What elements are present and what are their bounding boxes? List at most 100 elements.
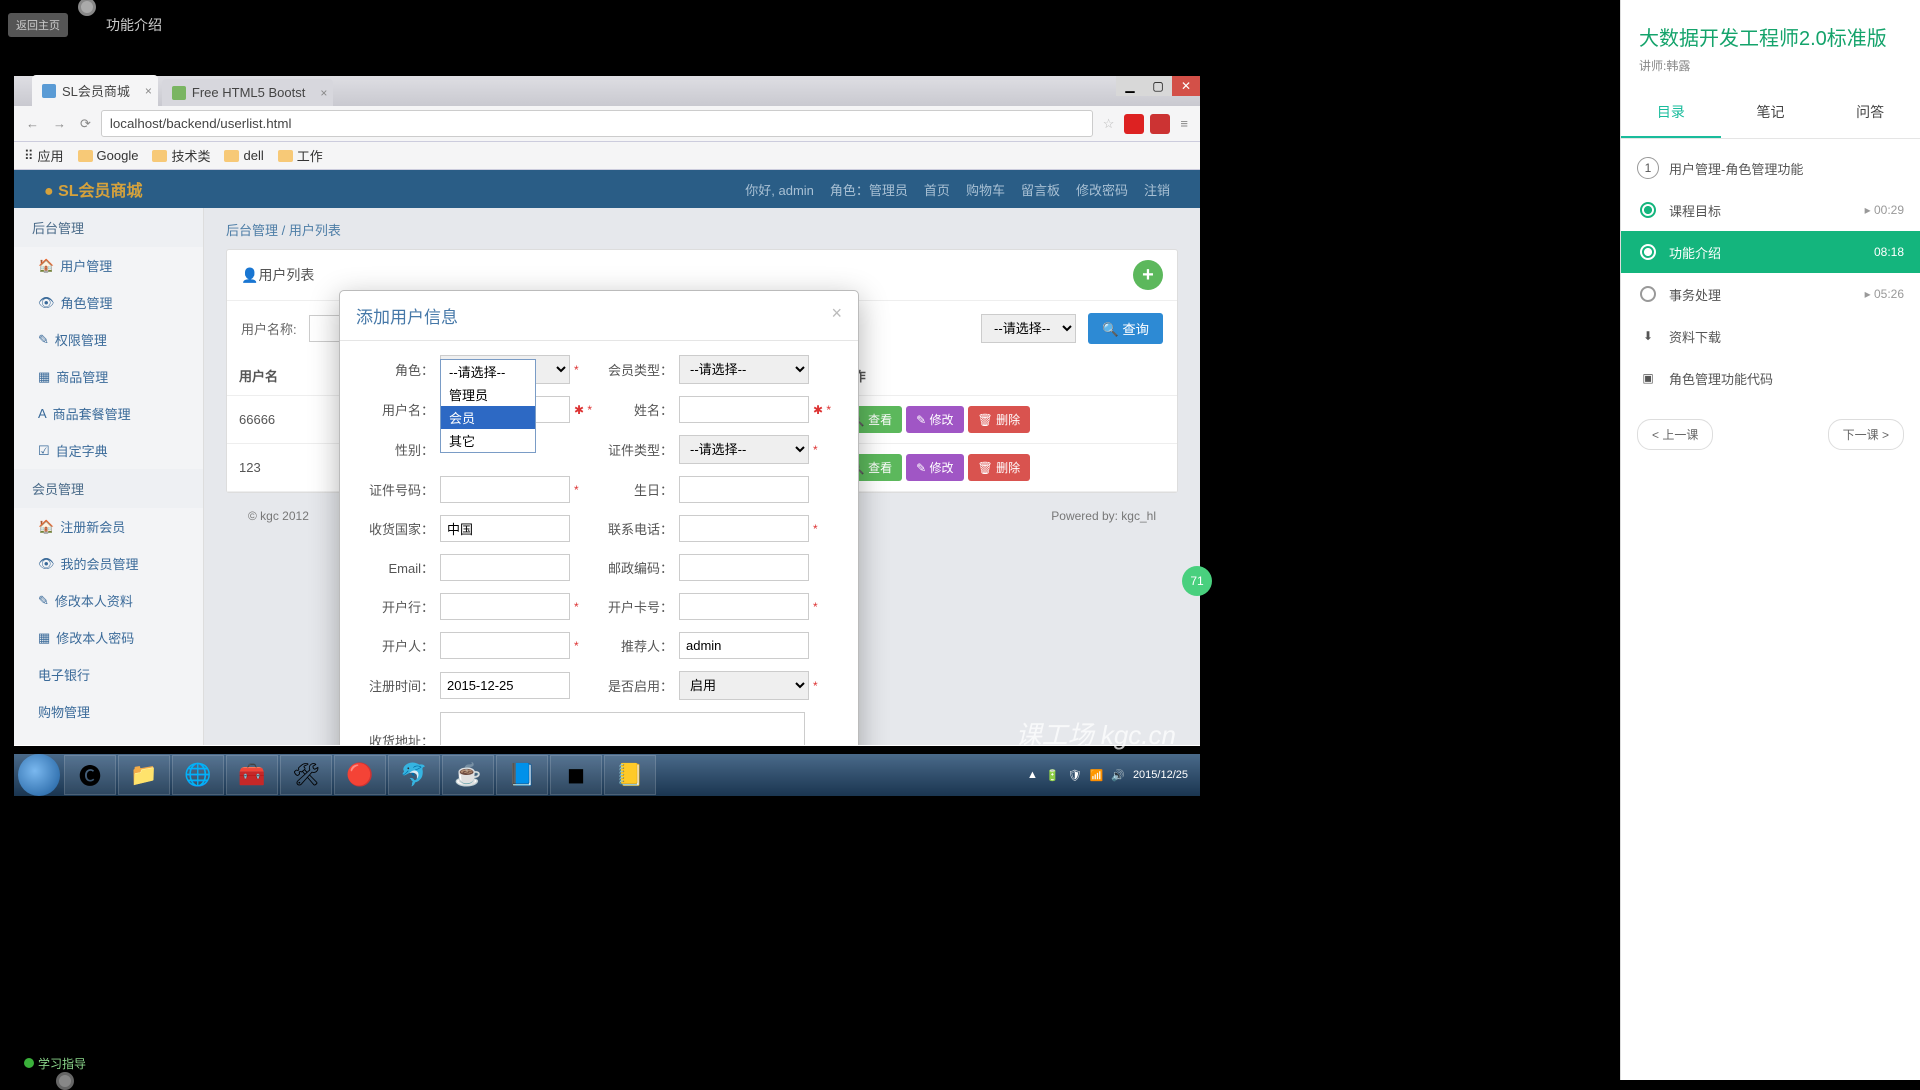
holder-input[interactable]: [440, 632, 570, 659]
taskbar-app[interactable]: 🌐: [172, 755, 224, 795]
toc-lesson[interactable]: 课程目标▸ 00:29: [1621, 189, 1920, 231]
ext-icon[interactable]: [1124, 114, 1144, 134]
referrer-input[interactable]: [679, 632, 809, 659]
minimize-icon[interactable]: ▁: [1116, 76, 1144, 96]
tab-qa[interactable]: 问答: [1820, 88, 1920, 138]
zip-input[interactable]: [679, 554, 809, 581]
sidebar-item[interactable]: 👁 角色管理: [14, 284, 203, 321]
prev-lesson-button[interactable]: < 上一课: [1637, 419, 1713, 450]
back-icon[interactable]: ←: [22, 112, 43, 135]
toc-lesson-active[interactable]: 功能介绍08:18: [1621, 231, 1920, 273]
idno-input[interactable]: [440, 476, 570, 503]
add-user-modal: 添加用户信息× 角色：--请选择--* 会员类型：--请选择-- 用户名：✱ *…: [339, 290, 859, 745]
tray-icon[interactable]: 🔊: [1111, 769, 1125, 782]
phone-input[interactable]: [679, 515, 809, 542]
idtype-select[interactable]: --请选择--: [679, 435, 809, 464]
edit-button[interactable]: ✎ 修改: [906, 406, 963, 433]
nav-link[interactable]: 购物车: [966, 180, 1005, 199]
edit-button[interactable]: ✎ 修改: [906, 454, 963, 481]
tray-icon[interactable]: 🛡: [1068, 769, 1082, 782]
address-textarea[interactable]: [440, 712, 805, 745]
member-type-select[interactable]: --请选择--: [679, 355, 809, 384]
close-window-icon[interactable]: ✕: [1172, 76, 1200, 96]
sidebar-item[interactable]: ✎ 权限管理: [14, 321, 203, 358]
star-icon[interactable]: ☆: [1099, 112, 1119, 136]
dropdown-option[interactable]: 管理员: [441, 383, 535, 406]
query-button[interactable]: 🔍 查询: [1088, 313, 1163, 344]
sidebar-item[interactable]: ▦ 商品管理: [14, 358, 203, 395]
close-tab-icon[interactable]: ×: [145, 84, 152, 98]
dropdown-option-selected[interactable]: 会员: [441, 406, 535, 429]
birthday-input[interactable]: [679, 476, 809, 503]
bookmark[interactable]: 技术类: [152, 146, 210, 165]
toc-lesson[interactable]: 事务处理▸ 05:26: [1621, 273, 1920, 315]
bookmark[interactable]: Google: [78, 148, 139, 163]
realname-input[interactable]: [679, 396, 809, 423]
nav-link[interactable]: 首页: [924, 180, 950, 199]
study-guide[interactable]: 学习指导: [24, 1052, 86, 1074]
taskbar-app[interactable]: 🅒: [64, 755, 116, 795]
sidebar-item[interactable]: 🏠 注册新会员: [14, 508, 203, 545]
close-modal-icon[interactable]: ×: [831, 303, 842, 328]
dropdown-option[interactable]: --请选择--: [441, 360, 535, 383]
taskbar-app[interactable]: 🛠: [280, 755, 332, 795]
sidebar-label: 角色管理: [61, 293, 113, 312]
ext-icon[interactable]: [1150, 114, 1170, 134]
browser-tab[interactable]: SL会员商城×: [32, 75, 158, 106]
nav-link[interactable]: 注销: [1144, 180, 1170, 199]
toc-code[interactable]: ▣角色管理功能代码: [1621, 357, 1920, 399]
dropdown-option[interactable]: 其它: [441, 429, 535, 452]
back-home[interactable]: 返回主页: [8, 13, 68, 37]
taskbar-app[interactable]: 📘: [496, 755, 548, 795]
tray-icon[interactable]: ▲: [1027, 769, 1038, 781]
taskbar-app[interactable]: ◼: [550, 755, 602, 795]
tab-notes[interactable]: 笔记: [1721, 88, 1821, 138]
filter-select[interactable]: --请选择--: [981, 314, 1076, 343]
reload-icon[interactable]: ⟳: [76, 112, 95, 136]
sidebar-item[interactable]: 🏠 用户管理: [14, 247, 203, 284]
forward-icon[interactable]: →: [49, 112, 70, 135]
taskbar-app[interactable]: 🧰: [226, 755, 278, 795]
taskbar-app[interactable]: ☕: [442, 755, 494, 795]
nav-link[interactable]: 留言板: [1021, 180, 1060, 199]
close-tab-icon[interactable]: ×: [320, 86, 327, 100]
email-input[interactable]: [440, 554, 570, 581]
nav-link[interactable]: 修改密码: [1076, 180, 1128, 199]
sidebar-item[interactable]: ▦ 修改本人密码: [14, 619, 203, 656]
taskbar-app[interactable]: 📁: [118, 755, 170, 795]
enabled-select[interactable]: 启用: [679, 671, 809, 700]
next-lesson-button[interactable]: 下一课 >: [1828, 419, 1904, 450]
delete-button[interactable]: 🗑 删除: [968, 454, 1031, 481]
address-bar[interactable]: [101, 110, 1093, 137]
sidebar-item[interactable]: ☑ 自定字典: [14, 432, 203, 469]
start-button[interactable]: [18, 754, 60, 796]
sidebar-item[interactable]: 购物管理: [14, 693, 203, 730]
role-dropdown-open[interactable]: --请选择-- 管理员 会员 其它: [440, 359, 536, 453]
taskbar-app[interactable]: 🐬: [388, 755, 440, 795]
sidebar-item[interactable]: 👁 我的会员管理: [14, 545, 203, 582]
account-input[interactable]: [679, 593, 809, 620]
tab-toc[interactable]: 目录: [1621, 88, 1721, 138]
toc-download[interactable]: ⬇资料下载: [1621, 315, 1920, 357]
country-input[interactable]: [440, 515, 570, 542]
menu-icon[interactable]: ≡: [1176, 112, 1192, 135]
taskbar-app[interactable]: 🔴: [334, 755, 386, 795]
regdate-input[interactable]: [440, 672, 570, 699]
tray-icon[interactable]: 📶: [1090, 769, 1104, 782]
maximize-icon[interactable]: ▢: [1144, 76, 1172, 96]
nav-link[interactable]: 角色：管理员: [830, 180, 908, 199]
delete-button[interactable]: 🗑 删除: [968, 406, 1031, 433]
bank-input[interactable]: [440, 593, 570, 620]
sidebar-item[interactable]: 电子银行: [14, 656, 203, 693]
sidebar-item[interactable]: A 商品套餐管理: [14, 395, 203, 432]
toc-section[interactable]: 1用户管理-角色管理功能: [1621, 147, 1920, 189]
sidebar-item[interactable]: ✎ 修改本人资料: [14, 582, 203, 619]
bookmark[interactable]: dell: [224, 148, 263, 163]
taskbar-app[interactable]: 📒: [604, 755, 656, 795]
add-user-button[interactable]: +: [1133, 260, 1163, 290]
tray-icon[interactable]: 🔋: [1046, 769, 1060, 782]
bookmark[interactable]: ⠿应用: [24, 146, 64, 165]
browser-tab[interactable]: Free HTML5 Bootst×: [162, 79, 333, 106]
bookmark[interactable]: 工作: [278, 146, 323, 165]
form-label: 证件号码：: [360, 480, 434, 499]
